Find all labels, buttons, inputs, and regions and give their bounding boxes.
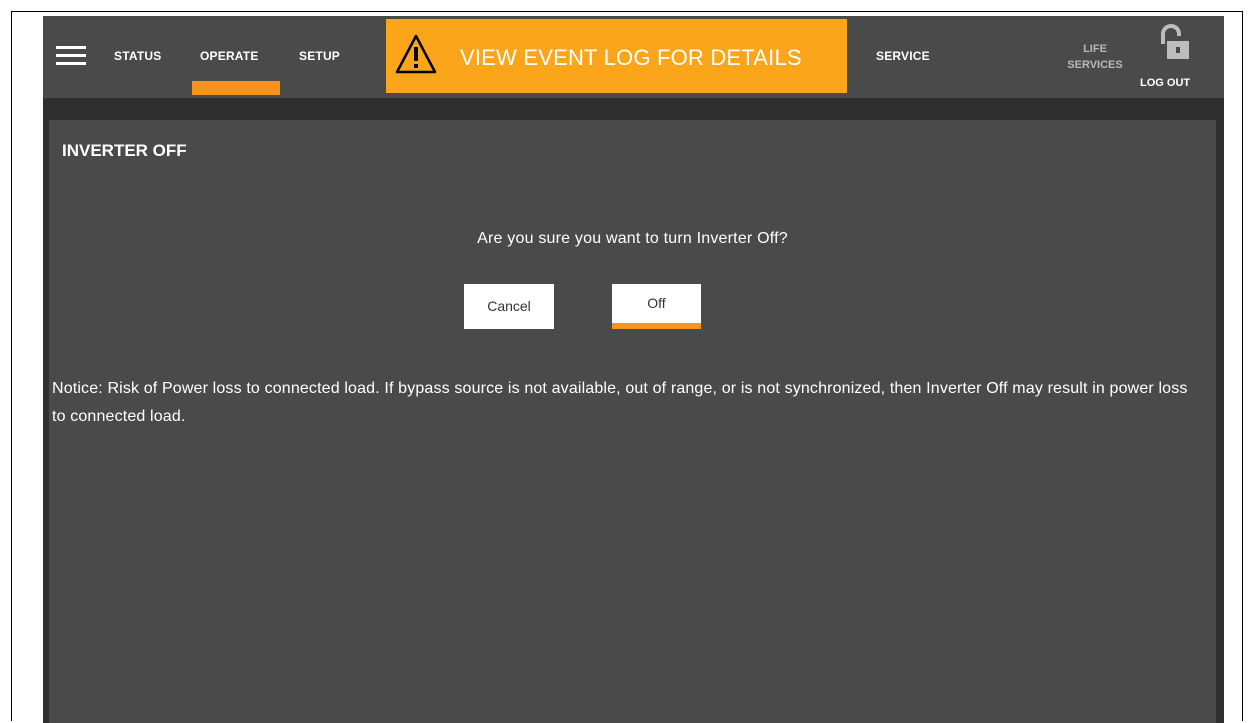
warning-triangle-icon — [395, 34, 437, 74]
hamburger-menu-icon[interactable] — [56, 46, 86, 66]
dialog-title: INVERTER OFF — [62, 141, 187, 160]
cancel-button[interactable]: Cancel — [464, 284, 554, 329]
active-tab-indicator — [192, 81, 280, 95]
inverter-off-dialog: INVERTER OFF Are you sure you want to tu… — [49, 120, 1216, 723]
life-services-label-line1: LIFE — [1083, 43, 1107, 55]
off-button[interactable]: Off — [612, 284, 701, 329]
nav-tab-setup[interactable]: SETUP — [299, 49, 340, 63]
ups-screen: STATUS OPERATE SETUP VIEW EVENT LOG FOR … — [43, 16, 1224, 723]
life-services-label-line2: SERVICES — [1067, 59, 1123, 71]
alert-text: VIEW EVENT LOG FOR DETAILS — [460, 45, 802, 70]
nav-tab-operate[interactable]: OPERATE — [200, 49, 259, 63]
logout-button[interactable]: LOG OUT — [1140, 77, 1190, 89]
unlocked-padlock-icon[interactable] — [1157, 24, 1191, 62]
top-navigation-bar: STATUS OPERATE SETUP VIEW EVENT LOG FOR … — [43, 16, 1224, 98]
nav-tab-service[interactable]: SERVICE — [876, 49, 930, 63]
nav-tab-life-services[interactable]: LIFE SERVICES — [1060, 41, 1130, 73]
power-loss-notice: Notice: Risk of Power loss to connected … — [52, 380, 1188, 425]
confirmation-question: Are you sure you want to turn Inverter O… — [477, 230, 788, 247]
nav-tab-status[interactable]: STATUS — [114, 49, 161, 63]
event-log-alert-banner[interactable]: VIEW EVENT LOG FOR DETAILS — [386, 19, 847, 93]
